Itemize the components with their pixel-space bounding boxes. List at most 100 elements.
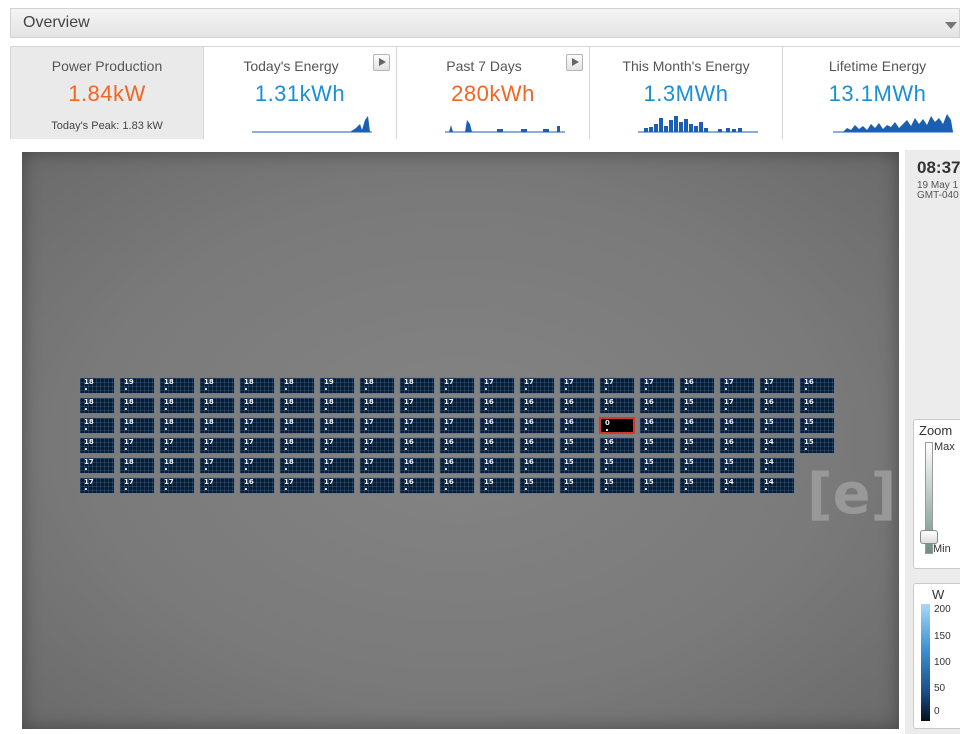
solar-panel[interactable]: 17 bbox=[359, 477, 395, 494]
solar-panel[interactable]: 18 bbox=[79, 377, 115, 394]
solar-panel[interactable]: 17 bbox=[79, 457, 115, 474]
solar-panel[interactable]: 16 bbox=[799, 397, 835, 414]
solar-panel[interactable]: 15 bbox=[479, 477, 515, 494]
solar-panel[interactable]: 18 bbox=[359, 377, 395, 394]
solar-panel[interactable]: 16 bbox=[519, 397, 555, 414]
solar-panel[interactable]: 15 bbox=[559, 437, 595, 454]
solar-panel[interactable]: 18 bbox=[159, 397, 195, 414]
solar-panel[interactable]: 14 bbox=[759, 477, 795, 494]
solar-panel[interactable]: 17 bbox=[319, 457, 355, 474]
solar-panel[interactable]: 16 bbox=[599, 437, 635, 454]
solar-panel[interactable]: 17 bbox=[359, 457, 395, 474]
solar-panel[interactable]: 17 bbox=[359, 437, 395, 454]
solar-panel[interactable]: 17 bbox=[239, 417, 275, 434]
solar-panel[interactable]: 15 bbox=[679, 477, 715, 494]
chevron-down-icon[interactable] bbox=[945, 22, 957, 29]
solar-panel[interactable]: 16 bbox=[519, 417, 555, 434]
stat-lifetime-energy[interactable]: Lifetime Energy 13.1MWh bbox=[782, 47, 960, 139]
solar-panel[interactable]: 17 bbox=[119, 437, 155, 454]
solar-panel[interactable]: 18 bbox=[319, 417, 355, 434]
solar-panel[interactable]: 18 bbox=[119, 397, 155, 414]
stat-past-7-days[interactable]: Past 7 Days 280kWh bbox=[396, 47, 589, 139]
solar-panel[interactable]: 15 bbox=[519, 477, 555, 494]
solar-panel[interactable]: 16 bbox=[719, 437, 755, 454]
solar-panel[interactable]: 17 bbox=[439, 397, 475, 414]
solar-panel[interactable]: 15 bbox=[799, 417, 835, 434]
solar-panel[interactable]: 16 bbox=[479, 437, 515, 454]
solar-panel[interactable]: 18 bbox=[279, 397, 315, 414]
solar-panel[interactable]: 16 bbox=[399, 477, 435, 494]
zoom-slider-handle[interactable] bbox=[920, 530, 938, 544]
solar-panel[interactable]: 16 bbox=[799, 377, 835, 394]
solar-panel[interactable]: 17 bbox=[439, 417, 475, 434]
stat-todays-energy[interactable]: Today's Energy 1.31kWh bbox=[203, 47, 396, 139]
solar-panel[interactable]: 17 bbox=[519, 377, 555, 394]
solar-panel[interactable]: 16 bbox=[239, 477, 275, 494]
solar-panel[interactable]: 18 bbox=[199, 377, 235, 394]
solar-panel[interactable]: 15 bbox=[799, 437, 835, 454]
solar-panel[interactable]: 18 bbox=[279, 437, 315, 454]
solar-panel[interactable]: 18 bbox=[119, 457, 155, 474]
solar-panel[interactable]: 18 bbox=[319, 397, 355, 414]
solar-panel[interactable]: 15 bbox=[759, 417, 795, 434]
solar-panel[interactable]: 17 bbox=[119, 477, 155, 494]
solar-panel[interactable]: 17 bbox=[159, 437, 195, 454]
solar-panel[interactable]: 16 bbox=[719, 417, 755, 434]
solar-panel[interactable]: 16 bbox=[519, 457, 555, 474]
solar-panel[interactable]: 16 bbox=[399, 437, 435, 454]
solar-panel[interactable]: 16 bbox=[639, 417, 675, 434]
solar-panel[interactable]: 15 bbox=[599, 477, 635, 494]
solar-panel[interactable]: 15 bbox=[639, 457, 675, 474]
solar-panel[interactable]: 17 bbox=[159, 477, 195, 494]
solar-panel[interactable]: 18 bbox=[199, 417, 235, 434]
solar-panel[interactable]: 19 bbox=[119, 377, 155, 394]
stat-power-production[interactable]: Power Production 1.84kW Today's Peak: 1.… bbox=[10, 47, 203, 139]
solar-panel[interactable]: 15 bbox=[559, 457, 595, 474]
solar-panel[interactable]: 17 bbox=[479, 377, 515, 394]
solar-panel[interactable]: 16 bbox=[399, 457, 435, 474]
solar-panel[interactable]: 15 bbox=[679, 397, 715, 414]
solar-panel[interactable]: 17 bbox=[279, 477, 315, 494]
solar-panel[interactable]: 18 bbox=[159, 417, 195, 434]
solar-panel[interactable]: 17 bbox=[559, 377, 595, 394]
solar-panel[interactable]: 17 bbox=[199, 477, 235, 494]
solar-panel[interactable]: 16 bbox=[479, 417, 515, 434]
solar-panel[interactable]: 17 bbox=[239, 457, 275, 474]
solar-panel[interactable]: 15 bbox=[679, 457, 715, 474]
play-icon[interactable] bbox=[566, 54, 583, 71]
solar-panel[interactable]: 17 bbox=[599, 377, 635, 394]
solar-panel[interactable]: 16 bbox=[519, 437, 555, 454]
solar-panel[interactable]: 17 bbox=[79, 477, 115, 494]
solar-panel[interactable]: 18 bbox=[239, 397, 275, 414]
solar-panel[interactable]: 17 bbox=[399, 397, 435, 414]
solar-panel[interactable]: 17 bbox=[639, 377, 675, 394]
solar-panel[interactable]: 17 bbox=[759, 377, 795, 394]
solar-panel[interactable]: 17 bbox=[719, 377, 755, 394]
solar-panel[interactable]: 14 bbox=[759, 457, 795, 474]
solar-panel[interactable]: 16 bbox=[639, 397, 675, 414]
solar-panel[interactable]: 18 bbox=[239, 377, 275, 394]
solar-panel[interactable]: 18 bbox=[279, 417, 315, 434]
solar-panel[interactable]: 0 bbox=[599, 417, 635, 434]
solar-panel[interactable]: 17 bbox=[399, 417, 435, 434]
solar-panel[interactable]: 17 bbox=[359, 417, 395, 434]
solar-panel[interactable]: 17 bbox=[319, 477, 355, 494]
solar-panel[interactable]: 18 bbox=[159, 457, 195, 474]
solar-panel[interactable]: 17 bbox=[199, 437, 235, 454]
solar-panel[interactable]: 15 bbox=[719, 457, 755, 474]
solar-panel[interactable]: 18 bbox=[399, 377, 435, 394]
solar-panel[interactable]: 18 bbox=[199, 397, 235, 414]
solar-panel[interactable]: 18 bbox=[279, 377, 315, 394]
solar-panel[interactable]: 18 bbox=[159, 377, 195, 394]
solar-panel[interactable]: 15 bbox=[639, 477, 675, 494]
solar-panel[interactable]: 16 bbox=[559, 397, 595, 414]
solar-panel[interactable]: 15 bbox=[559, 477, 595, 494]
solar-panel[interactable]: 17 bbox=[319, 437, 355, 454]
solar-panel[interactable]: 15 bbox=[639, 437, 675, 454]
solar-panel[interactable]: 17 bbox=[239, 437, 275, 454]
solar-panel[interactable]: 17 bbox=[719, 397, 755, 414]
solar-panel[interactable]: 15 bbox=[599, 457, 635, 474]
solar-panel[interactable]: 16 bbox=[479, 457, 515, 474]
solar-panel[interactable]: 16 bbox=[759, 397, 795, 414]
solar-panel[interactable]: 16 bbox=[679, 417, 715, 434]
